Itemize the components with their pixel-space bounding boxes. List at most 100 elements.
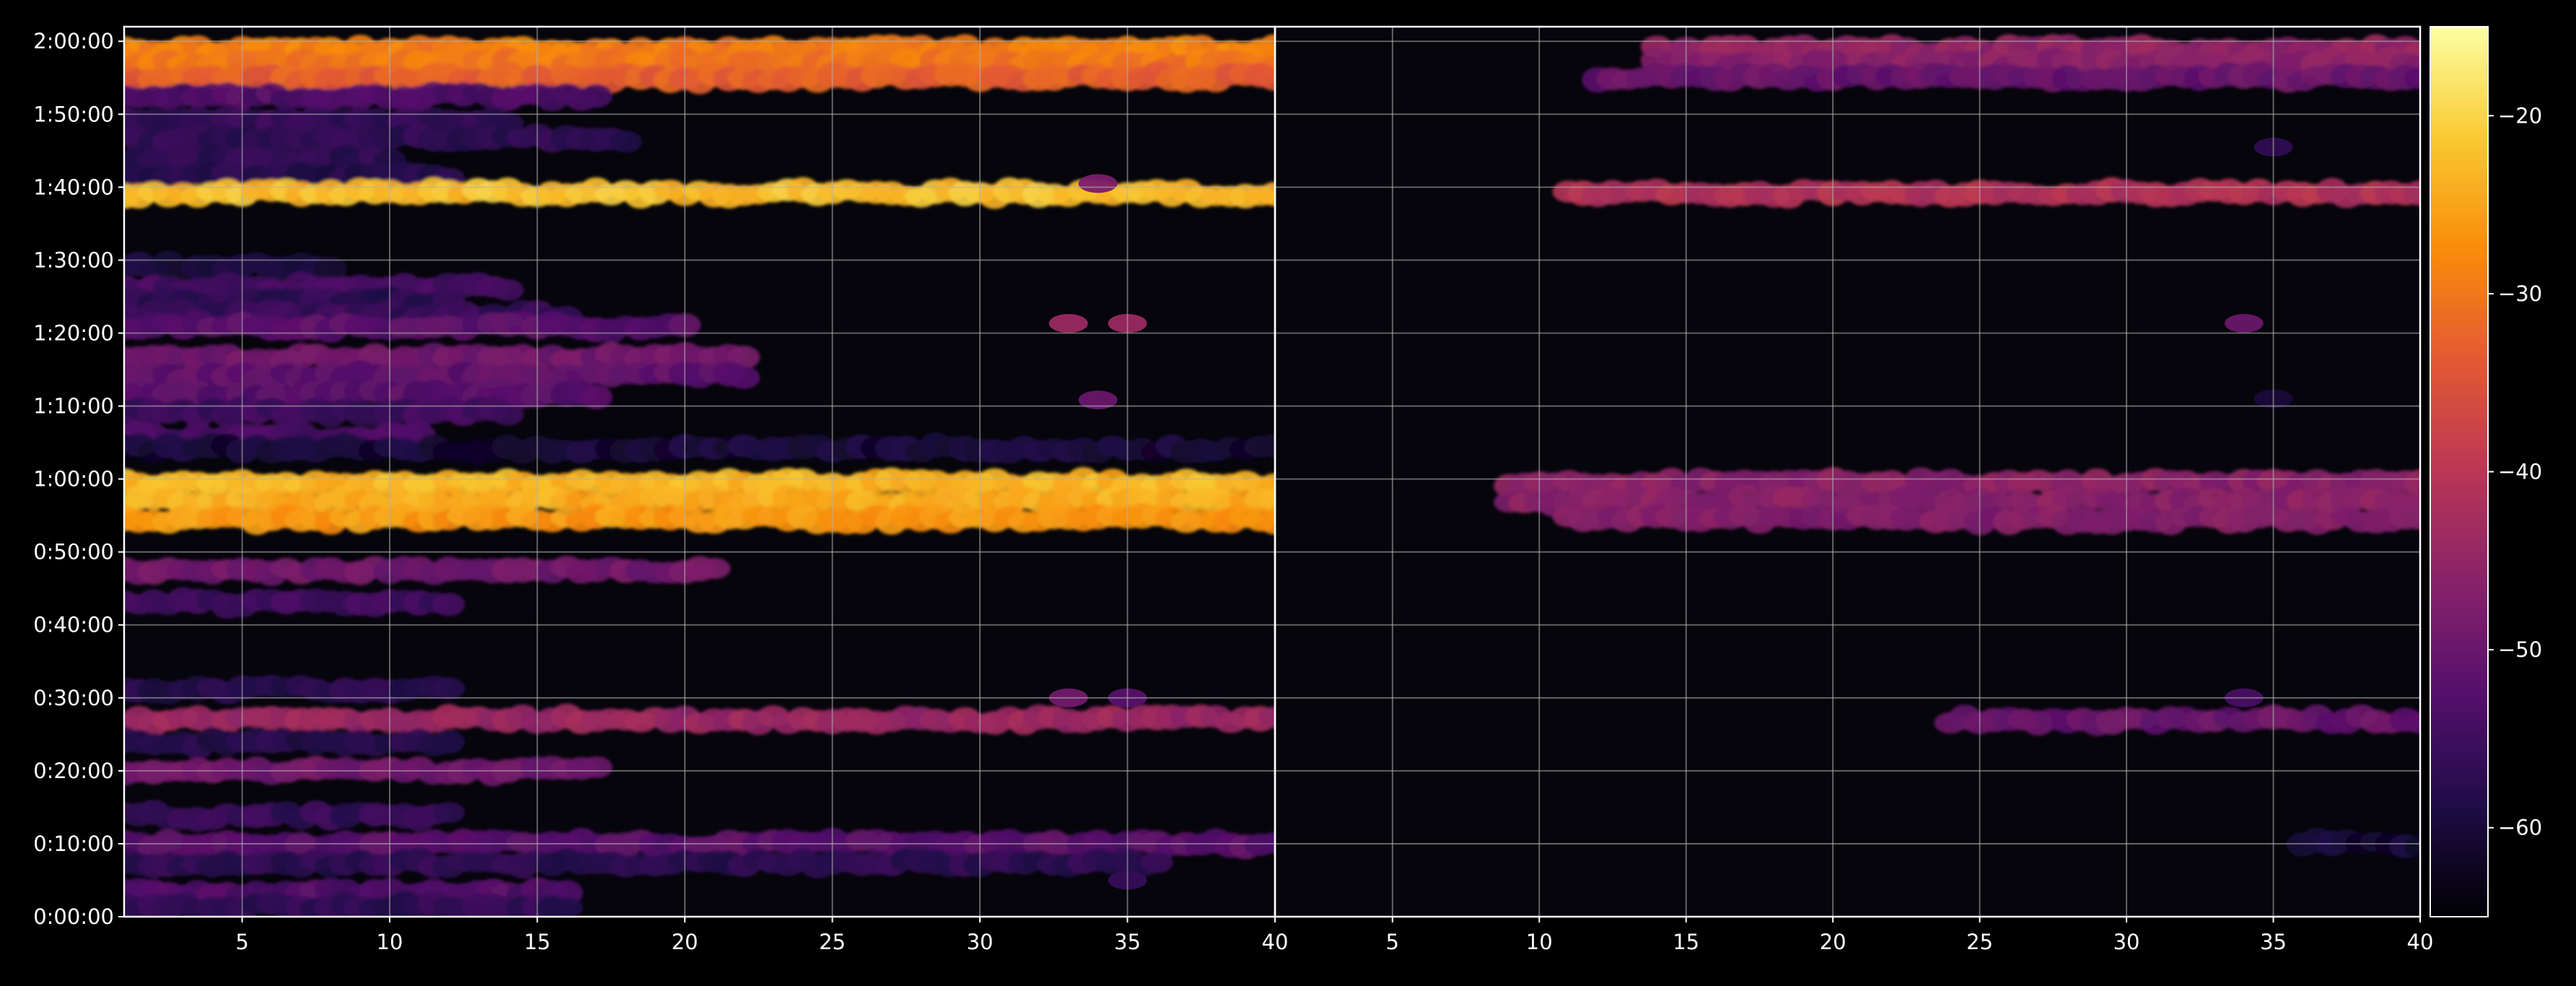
- heat-spot-left-0: [1078, 174, 1118, 193]
- colorbar-segment: [2430, 516, 2488, 522]
- colorbar-segment: [2430, 271, 2488, 277]
- colorbar-segment: [2430, 383, 2488, 388]
- colorbar-segment: [2430, 720, 2488, 726]
- colorbar-segment: [2430, 774, 2488, 780]
- colorbar-segment: [2430, 685, 2488, 691]
- colorbar-segment: [2430, 458, 2488, 463]
- colorbar-segment: [2430, 191, 2488, 197]
- colorbar-segment: [2430, 93, 2488, 99]
- colorbar-segment: [2430, 182, 2488, 188]
- heat-cell: [727, 366, 761, 390]
- colorbar-segment: [2430, 707, 2488, 713]
- colorbar-segment: [2430, 58, 2488, 64]
- colorbar-segment: [2430, 440, 2488, 446]
- colorbar-segment: [2430, 676, 2488, 682]
- colorbar-segment: [2430, 369, 2488, 375]
- colorbar-segment: [2430, 854, 2488, 860]
- heat-spot-right-0: [2224, 314, 2264, 333]
- colorbar-segment: [2430, 841, 2488, 847]
- colorbar-segment: [2430, 387, 2488, 393]
- colorbar-segment: [2430, 788, 2488, 793]
- y-tick-label: 0:10:00: [33, 832, 114, 856]
- colorbar-segment: [2430, 627, 2488, 633]
- x-tick-label: 10: [1526, 930, 1553, 954]
- colorbar-segment: [2430, 538, 2488, 544]
- y-tick-label: 0:30:00: [33, 686, 114, 710]
- colorbar-segment: [2430, 738, 2488, 744]
- colorbar-segment: [2430, 71, 2488, 77]
- colorbar-segment: [2430, 747, 2488, 753]
- x-tick-label: 35: [2260, 930, 2287, 954]
- colorbar-segment: [2430, 311, 2488, 317]
- y-tick-label: 0:40:00: [33, 613, 114, 637]
- x-tick-label: 20: [1820, 930, 1846, 954]
- colorbar-segment: [2430, 751, 2488, 757]
- colorbar-segment: [2430, 378, 2488, 383]
- colorbar-segment: [2430, 863, 2488, 868]
- colorbar-segment: [2430, 890, 2488, 895]
- colorbar-segment: [2430, 147, 2488, 152]
- colorbar-segment: [2430, 907, 2488, 913]
- x-tick-label: 25: [1966, 930, 1993, 954]
- heat-spot-left-1: [1048, 314, 1088, 333]
- colorbar-segment: [2430, 342, 2488, 348]
- colorbar-segment: [2430, 533, 2488, 539]
- colorbar-segment: [2430, 556, 2488, 562]
- heat-cell: [432, 801, 465, 824]
- colorbar-segment: [2430, 405, 2488, 410]
- colorbar-segment: [2430, 467, 2488, 473]
- colorbar-segment: [2430, 333, 2488, 339]
- colorbar-segment: [2430, 632, 2488, 637]
- colorbar-segment: [2430, 903, 2488, 909]
- colorbar-segment: [2430, 756, 2488, 762]
- colorbar-segment: [2430, 547, 2488, 553]
- colorbar-segment: [2430, 520, 2488, 526]
- colorbar-tick-label: −60: [2498, 816, 2542, 840]
- colorbar-segment: [2430, 814, 2488, 820]
- colorbar-segment: [2430, 276, 2488, 282]
- colorbar-segment: [2430, 151, 2488, 157]
- colorbar-segment: [2430, 868, 2488, 873]
- colorbar-segment: [2430, 106, 2488, 112]
- colorbar-segment: [2430, 391, 2488, 397]
- colorbar-segment: [2430, 743, 2488, 749]
- colorbar-segment: [2430, 636, 2488, 642]
- colorbar-segment: [2430, 551, 2488, 557]
- y-tick-label: 1:00:00: [33, 467, 114, 492]
- colorbar-segment: [2430, 128, 2488, 134]
- y-tick-label: 1:10:00: [33, 394, 114, 419]
- colorbar-segment: [2430, 35, 2488, 41]
- colorbar-segment: [2430, 186, 2488, 192]
- colorbar-segment: [2430, 564, 2488, 570]
- colorbar-segment: [2430, 899, 2488, 904]
- colorbar-segment: [2430, 850, 2488, 855]
- colorbar-segment: [2430, 872, 2488, 878]
- y-tick-label: 1:20:00: [33, 320, 114, 345]
- colorbar-segment: [2430, 422, 2488, 428]
- heat-cell: [432, 677, 465, 700]
- heat-cell: [609, 130, 642, 153]
- colorbar-segment: [2430, 543, 2488, 549]
- colorbar-segment: [2430, 373, 2488, 379]
- colorbar-segment: [2430, 356, 2488, 362]
- colorbar-segment: [2430, 53, 2488, 58]
- heat-cell: [432, 593, 465, 616]
- colorbar-segment: [2430, 173, 2488, 179]
- colorbar-segment: [2430, 881, 2488, 886]
- colorbar-segment: [2430, 574, 2488, 580]
- colorbar-segment: [2430, 601, 2488, 606]
- colorbar-segment: [2430, 360, 2488, 366]
- colorbar-segment: [2430, 284, 2488, 290]
- colorbar-segment: [2430, 876, 2488, 882]
- colorbar-segment: [2430, 845, 2488, 851]
- colorbar-segment: [2430, 329, 2488, 335]
- colorbar-segment: [2430, 280, 2488, 286]
- colorbar-segment: [2430, 734, 2488, 740]
- colorbar-segment: [2430, 614, 2488, 619]
- colorbar-segment: [2430, 445, 2488, 450]
- colorbar-segment: [2430, 560, 2488, 566]
- x-tick-label: 30: [967, 930, 994, 954]
- colorbar-segment: [2430, 222, 2488, 228]
- colorbar-segment: [2430, 338, 2488, 344]
- colorbar-segment: [2430, 570, 2488, 575]
